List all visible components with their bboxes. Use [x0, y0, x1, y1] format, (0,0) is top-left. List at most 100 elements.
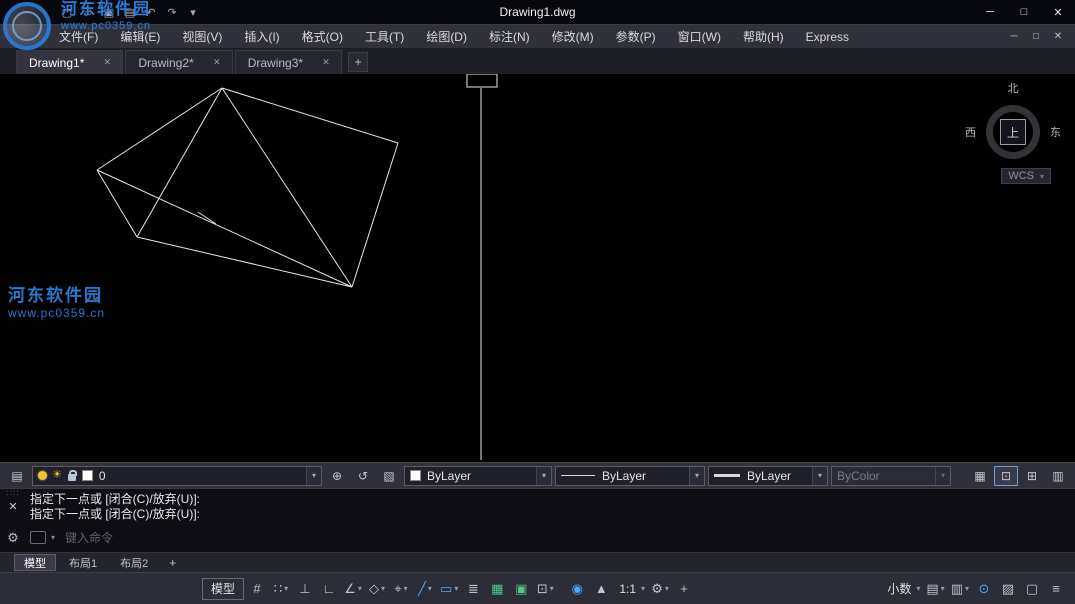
ortho-mode-button[interactable]: ∟: [318, 578, 340, 600]
model-space-button[interactable]: 模型: [202, 578, 244, 600]
menu-item-12[interactable]: Express: [795, 25, 860, 48]
linetype-combo[interactable]: ByLayer ▾: [555, 466, 705, 486]
close-button[interactable]: ✕: [1041, 0, 1075, 24]
make-object-layer-current-icon[interactable]: ⊕: [325, 466, 349, 486]
grid-display-button[interactable]: #: [246, 578, 268, 600]
compass-north-label[interactable]: 北: [1008, 80, 1019, 96]
graphics-performance-button[interactable]: ▨: [997, 578, 1019, 600]
layer-on-bulb-icon[interactable]: [38, 471, 47, 480]
compass-center-view[interactable]: 上: [1000, 119, 1026, 145]
annotation-scale-button[interactable]: 1:1▾: [614, 578, 647, 600]
maximize-button[interactable]: □: [1007, 0, 1041, 24]
tab-close-icon[interactable]: ✕: [100, 56, 114, 70]
layout-tab-2[interactable]: 布局2: [110, 554, 158, 571]
menu-item-6[interactable]: 绘图(D): [415, 25, 478, 48]
selection-cycling-button[interactable]: ▣: [510, 578, 532, 600]
doc-minimize-button[interactable]: ─: [1003, 28, 1025, 46]
layer-properties-manager-icon[interactable]: ▤: [5, 466, 29, 486]
menu-item-11[interactable]: 帮助(H): [732, 25, 795, 48]
command-prompt-icon[interactable]: [30, 531, 46, 544]
object-snap-tracking-button[interactable]: ⌖▾: [390, 578, 412, 600]
drawing-tab-0[interactable]: Drawing1*✕: [16, 50, 123, 74]
isometric-drafting-button[interactable]: ◇▾: [366, 578, 388, 600]
drawing-tab-2[interactable]: Drawing3*✕: [235, 50, 342, 74]
command-input-row[interactable]: ▾ 键入命令: [30, 528, 1071, 546]
chevron-down-icon[interactable]: ▾: [536, 467, 551, 485]
customization-button[interactable]: ≡: [1045, 578, 1067, 600]
chevron-down-icon[interactable]: ▾: [51, 533, 55, 542]
transparency-button[interactable]: ▦: [486, 578, 508, 600]
quick-properties-button[interactable]: ▤▾: [924, 578, 946, 600]
gizmo-button[interactable]: ⊡▾: [534, 578, 556, 600]
layout-tab-1[interactable]: 布局1: [59, 554, 107, 571]
annotation-monitor-button[interactable]: +: [673, 578, 695, 600]
doc-restore-button[interactable]: □: [1025, 28, 1047, 46]
layout-tab-0[interactable]: 模型: [14, 554, 56, 571]
close-icon[interactable]: ✕: [8, 500, 17, 513]
lineweight-combo[interactable]: ByLayer ▾: [708, 466, 828, 486]
menu-item-7[interactable]: 标注(N): [478, 25, 541, 48]
qat-dropdown-icon[interactable]: ▾: [184, 3, 202, 21]
dynamic-input-button[interactable]: ▭▾: [438, 578, 460, 600]
open-file-icon[interactable]: ▱: [79, 3, 97, 21]
chevron-down-icon[interactable]: ▾: [812, 467, 827, 485]
layer-previous-icon[interactable]: ↺: [351, 466, 375, 486]
lock-ui-button[interactable]: ▥▾: [949, 578, 971, 600]
units-button[interactable]: 小数▾: [882, 578, 922, 600]
layer-thaw-sun-icon[interactable]: ☀: [52, 470, 62, 481]
tab-close-icon[interactable]: ✕: [319, 56, 333, 70]
clean-screen-button[interactable]: ▢: [1021, 578, 1043, 600]
wcs-selector[interactable]: WCS ▾: [1001, 168, 1051, 184]
new-drawing-tab-button[interactable]: +: [348, 52, 368, 72]
workspace-switching-button[interactable]: ⚙▾: [649, 578, 671, 600]
object-snap-button[interactable]: ╱▾: [414, 578, 436, 600]
menu-item-8[interactable]: 修改(M): [541, 25, 605, 48]
menu-item-3[interactable]: 插入(I): [233, 25, 290, 48]
drawing-tab-1[interactable]: Drawing2*✕: [125, 50, 232, 74]
new-file-icon[interactable]: ▢: [58, 3, 76, 21]
lineweight-display-button[interactable]: ≣: [462, 578, 484, 600]
chevron-down-icon[interactable]: ▾: [689, 467, 704, 485]
object-color-combo[interactable]: ByLayer ▾: [404, 466, 552, 486]
tool-palettes-icon[interactable]: ▥: [1046, 466, 1070, 486]
customize-wrench-icon[interactable]: ⚙: [7, 530, 19, 546]
polar-tracking-button[interactable]: ∠▾: [342, 578, 364, 600]
menu-item-9[interactable]: 参数(P): [605, 25, 667, 48]
sheet-set-manager-icon[interactable]: ⊞: [1020, 466, 1044, 486]
annotation-autoscale-button[interactable]: ▲: [590, 578, 612, 600]
properties-palette-icon[interactable]: ⊡: [994, 466, 1018, 486]
snap-mode-button[interactable]: ∷▾: [270, 578, 292, 600]
graphics-performance-button-glyph: ▨: [1002, 582, 1014, 595]
compass-west-label[interactable]: 西: [965, 124, 976, 140]
drawing-canvas[interactable]: 北 南 西 东 上 WCS ▾ 河东软件园 www.pc0359.cn: [0, 74, 1075, 462]
menu-item-10[interactable]: 窗口(W): [667, 25, 732, 48]
menu-item-0[interactable]: 文件(F): [48, 25, 109, 48]
redo-icon[interactable]: ↷: [163, 3, 181, 21]
menu-item-2[interactable]: 视图(V): [171, 25, 233, 48]
chevron-down-icon: ▾: [404, 584, 408, 593]
new-layout-tab-button[interactable]: +: [169, 556, 176, 570]
command-window-grip[interactable]: ∷∷: [6, 490, 19, 497]
menu-item-4[interactable]: 格式(O): [291, 25, 354, 48]
menu-item-1[interactable]: 编辑(E): [109, 25, 171, 48]
command-input-placeholder[interactable]: 键入命令: [65, 529, 113, 546]
selection-cycling-button-glyph: ▣: [515, 582, 527, 595]
tab-close-icon[interactable]: ✕: [210, 56, 224, 70]
menu-item-5[interactable]: 工具(T): [354, 25, 415, 48]
layer-color-swatch[interactable]: [82, 470, 93, 481]
plot-icon[interactable]: ▤: [121, 3, 139, 21]
layer-lock-icon[interactable]: [68, 474, 76, 481]
list-view-icon[interactable]: ▦: [968, 466, 992, 486]
minimize-button[interactable]: ─: [973, 0, 1007, 24]
annotation-visibility-button[interactable]: ◉: [566, 578, 588, 600]
isolate-objects-button[interactable]: ⊙: [973, 578, 995, 600]
layer-combo[interactable]: ☀ 0 ▾: [32, 466, 322, 486]
save-file-icon[interactable]: ▣: [100, 3, 118, 21]
command-line-window[interactable]: ∷∷ ✕ ⚙ 指定下一点或 [闭合(C)/放弃(U)]:指定下一点或 [闭合(C…: [0, 488, 1075, 552]
layer-isolate-icon[interactable]: ▧: [377, 466, 401, 486]
compass-east-label[interactable]: 东: [1050, 124, 1061, 140]
doc-close-button[interactable]: ✕: [1047, 28, 1069, 46]
chevron-down-icon[interactable]: ▾: [306, 467, 321, 485]
infer-constraints-button[interactable]: ⊥: [294, 578, 316, 600]
undo-icon[interactable]: ↶: [142, 3, 160, 21]
